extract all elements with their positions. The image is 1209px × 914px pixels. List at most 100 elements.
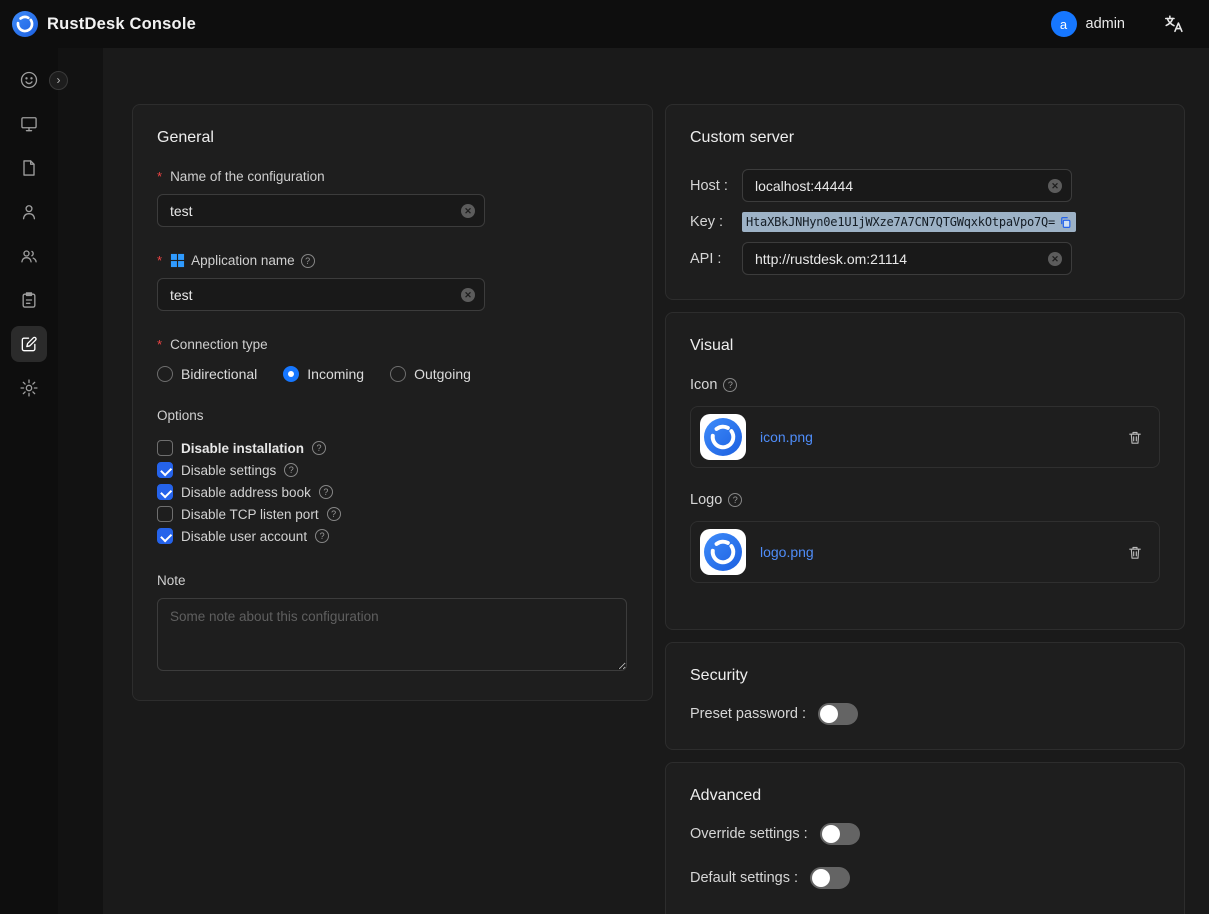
help-icon[interactable]: ? [723, 378, 737, 392]
radio-bidirectional[interactable]: Bidirectional [157, 366, 257, 382]
audit-log-icon [19, 290, 39, 310]
username[interactable]: admin [1086, 16, 1126, 32]
override-settings-label: Override settings : [690, 826, 808, 842]
radio-outgoing[interactable]: Outgoing [390, 366, 471, 382]
delete-logo-trash[interactable] [1127, 544, 1143, 561]
checkbox-icon [157, 440, 173, 456]
copy-icon[interactable] [1059, 216, 1072, 229]
settings-gear-icon [19, 378, 39, 398]
checkbox-disable-installation[interactable]: Disable installation ? [157, 437, 628, 459]
sidebar-item-settings[interactable] [11, 370, 47, 406]
override-settings-toggle[interactable] [820, 823, 860, 845]
general-card-title: General [157, 129, 628, 147]
icon-file-link[interactable]: icon.png [760, 429, 813, 445]
app-header: RustDesk Console a admin [0, 0, 1209, 48]
security-title: Security [690, 667, 1160, 685]
preset-password-row: Preset password : [690, 703, 1160, 725]
custom-server-card: Custom server Host : ✕ Key : HtaXBkJNHyn… [665, 104, 1185, 300]
icon-file-box: icon.png [690, 406, 1160, 468]
help-icon[interactable]: ? [319, 485, 333, 499]
preset-password-toggle[interactable] [818, 703, 858, 725]
radio-label: Outgoing [414, 366, 471, 382]
custom-server-title: Custom server [690, 129, 1160, 147]
logo-file-box: logo.png [690, 521, 1160, 583]
checkbox-icon-checked [157, 528, 173, 544]
radio-label: Incoming [307, 366, 364, 382]
general-card: General * Name of the configuration ✕ * [132, 104, 653, 701]
host-row: Host : ✕ [690, 169, 1160, 202]
options-label: Options [157, 408, 204, 423]
options-group: Options Disable installation ? Disable s… [157, 408, 628, 547]
connection-type-label: Connection type [170, 337, 268, 352]
server-key-value[interactable]: HtaXBkJNHyn0e1U1jWXze7A7CN7QTGWqxkOtpaVp… [742, 212, 1076, 232]
default-settings-toggle[interactable] [810, 867, 850, 889]
visual-card: Visual Icon ? icon.png Logo ? [665, 312, 1185, 630]
sidebar-item-devices[interactable] [11, 106, 47, 142]
content-area: General * Name of the configuration ✕ * [103, 48, 1209, 914]
api-label: API : [690, 251, 742, 267]
sidebar-item-custom-clients[interactable] [11, 326, 47, 362]
checkbox-label: Disable TCP listen port [181, 507, 319, 522]
sidebar-item-dashboard[interactable] [11, 62, 47, 98]
config-name-label: Name of the configuration [170, 169, 325, 184]
custom-client-edit-icon [19, 334, 39, 354]
checkbox-disable-user-account[interactable]: Disable user account ? [157, 525, 628, 547]
status-smiley-icon [19, 70, 39, 90]
rustdesk-logo-icon [704, 418, 742, 456]
sidebar-item-users[interactable] [11, 194, 47, 230]
help-icon[interactable]: ? [728, 493, 742, 507]
preset-password-label: Preset password : [690, 706, 806, 722]
checkbox-icon-checked [157, 484, 173, 500]
host-label: Host : [690, 178, 742, 194]
brand: RustDesk Console [12, 11, 196, 37]
note-textarea[interactable] [157, 598, 627, 671]
checkbox-disable-address-book[interactable]: Disable address book ? [157, 481, 628, 503]
help-icon[interactable]: ? [312, 441, 326, 455]
checkbox-label: Disable address book [181, 485, 311, 500]
groups-icon [19, 246, 39, 266]
clear-icon[interactable]: ✕ [1048, 179, 1062, 193]
help-icon[interactable]: ? [327, 507, 341, 521]
windows-icon [170, 253, 185, 268]
host-input[interactable] [742, 169, 1072, 202]
language-translate-icon[interactable] [1163, 13, 1185, 35]
note-group: Note [157, 573, 628, 676]
logo-file-link[interactable]: logo.png [760, 544, 814, 560]
radio-incoming[interactable]: Incoming [283, 366, 364, 382]
key-label: Key : [690, 214, 742, 230]
clear-icon[interactable]: ✕ [1048, 252, 1062, 266]
icon-label: Icon [690, 377, 717, 393]
required-marker: * [157, 169, 162, 184]
user-avatar[interactable]: a [1051, 11, 1077, 37]
sidebar-expand-button[interactable]: › [49, 71, 68, 90]
rustdesk-logo-icon [12, 11, 38, 37]
config-name-group: * Name of the configuration ✕ [157, 169, 628, 227]
help-icon[interactable]: ? [301, 254, 315, 268]
visual-title: Visual [690, 337, 1160, 355]
sidebar-item-documents[interactable] [11, 150, 47, 186]
connection-type-group: * Connection type Bidirectional Incoming… [157, 337, 628, 382]
application-name-input[interactable] [157, 278, 485, 311]
config-name-input[interactable] [157, 194, 485, 227]
radio-icon [157, 366, 173, 382]
application-name-label: Application name [191, 253, 295, 268]
icon-preview [700, 414, 746, 460]
sidebar-item-audit[interactable] [11, 282, 47, 318]
checkbox-label: Disable user account [181, 529, 307, 544]
user-icon [19, 202, 39, 222]
api-input[interactable] [742, 242, 1072, 275]
help-icon[interactable]: ? [315, 529, 329, 543]
key-text: HtaXBkJNHyn0e1U1jWXze7A7CN7QTGWqxkOtpaVp… [746, 215, 1055, 229]
key-row: Key : HtaXBkJNHyn0e1U1jWXze7A7CN7QTGWqxk… [690, 212, 1160, 232]
help-icon[interactable]: ? [284, 463, 298, 477]
radio-label: Bidirectional [181, 366, 257, 382]
clear-icon[interactable]: ✕ [461, 204, 475, 218]
clear-icon[interactable]: ✕ [461, 288, 475, 302]
checkbox-disable-tcp-listen-port[interactable]: Disable TCP listen port ? [157, 503, 628, 525]
delete-icon-trash[interactable] [1127, 429, 1143, 446]
main-area: General * Name of the configuration ✕ * [58, 48, 1209, 914]
sidebar-item-groups[interactable] [11, 238, 47, 274]
default-settings-label: Default settings : [690, 870, 798, 886]
override-settings-row: Override settings : [690, 823, 1160, 845]
checkbox-disable-settings[interactable]: Disable settings ? [157, 459, 628, 481]
